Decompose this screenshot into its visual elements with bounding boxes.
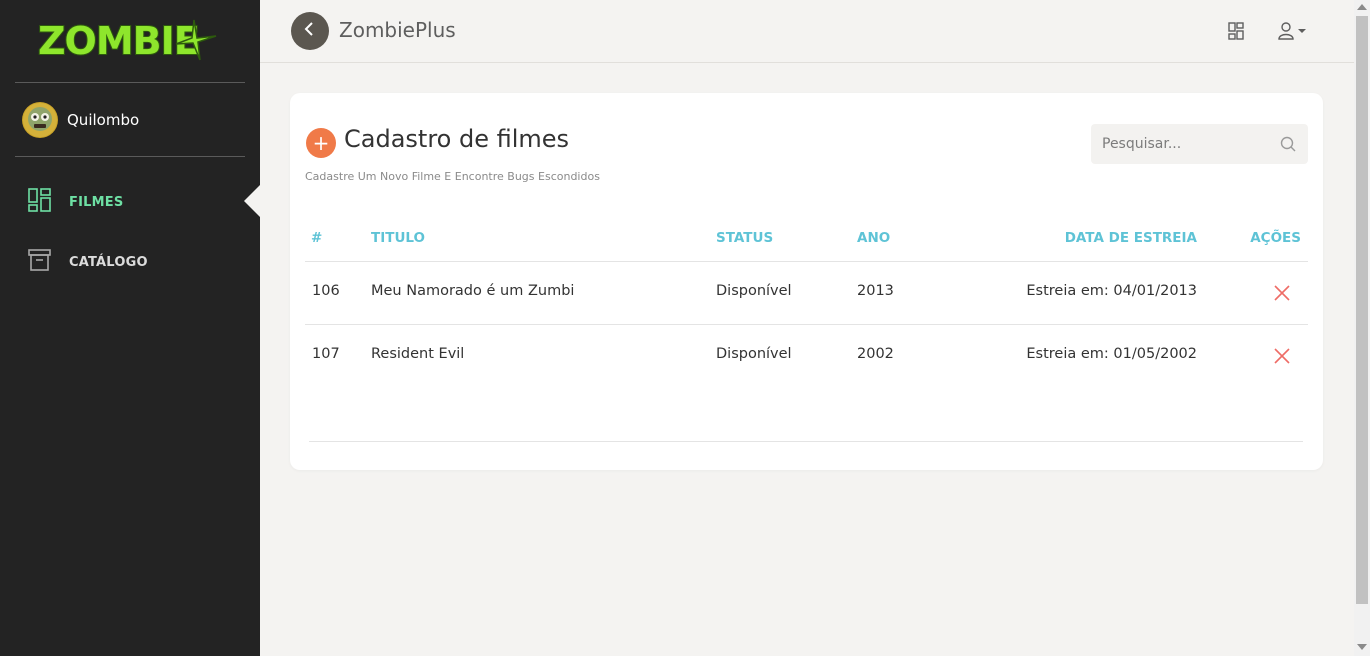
cell-status: Disponível — [716, 283, 792, 299]
cell-release-date: Estreia em: 01/05/2002 — [1026, 346, 1197, 362]
archive-box-icon — [28, 248, 51, 276]
page-title: Cadastro de filmes — [344, 125, 570, 153]
cell-id: 106 — [312, 283, 340, 299]
sidebar-divider — [15, 82, 245, 83]
cell-id: 107 — [312, 346, 340, 362]
dashboard-grid-icon — [28, 188, 51, 216]
app-title: ZombiePlus — [339, 18, 456, 42]
table-divider — [305, 324, 1308, 325]
sidebar-divider — [15, 156, 245, 157]
cell-title: Resident Evil — [371, 346, 465, 362]
cell-release-date: Estreia em: 04/01/2013 — [1026, 283, 1197, 299]
scrollbar-thumb[interactable] — [1356, 16, 1368, 604]
column-header-status[interactable]: STATUS — [716, 230, 773, 246]
search-box — [1091, 124, 1308, 164]
column-header-release-date[interactable]: DATA DE ESTREIA — [1065, 230, 1197, 246]
sidebar-item-filmes[interactable]: FILMES — [28, 188, 124, 216]
column-header-actions: AÇÕES — [1250, 230, 1301, 246]
scroll-up-arrow-icon[interactable] — [1357, 4, 1367, 10]
search-icon[interactable] — [1280, 136, 1296, 156]
top-bar: ZombiePlus — [260, 0, 1354, 63]
svg-text:ZOMBIE: ZOMBIE — [38, 19, 199, 63]
layout-grid-icon[interactable] — [1228, 22, 1244, 40]
user-profile[interactable]: Quilombo — [22, 102, 139, 138]
column-header-year[interactable]: ANO — [857, 230, 890, 246]
user-name: Quilombo — [67, 111, 140, 129]
column-header-id[interactable]: # — [311, 230, 322, 246]
table-footer-divider — [309, 441, 1303, 442]
table-divider — [305, 261, 1308, 262]
sidebar-item-catalogo[interactable]: CATÁLOGO — [28, 249, 148, 275]
sidebar-item-label: FILMES — [69, 194, 124, 210]
back-button[interactable] — [291, 12, 329, 50]
chevron-left-icon — [303, 21, 317, 41]
column-header-title[interactable]: TITULO — [371, 230, 425, 246]
avatar — [22, 102, 58, 138]
movies-card: + Cadastro de filmes Cadastre Um Novo Fi… — [290, 93, 1323, 470]
plus-icon: + — [312, 131, 330, 155]
search-input[interactable] — [1102, 136, 1272, 152]
delete-icon[interactable] — [1274, 348, 1290, 364]
user-dropdown-icon[interactable] — [1278, 22, 1308, 40]
cell-year: 2002 — [857, 346, 894, 362]
sidebar: ZOMBIE Quilombo FILMES CATÁLOGO — [0, 0, 260, 656]
page-subtitle: Cadastre Um Novo Filme E Encontre Bugs E… — [305, 170, 600, 183]
sidebar-item-label: CATÁLOGO — [69, 254, 148, 270]
cell-status: Disponível — [716, 346, 792, 362]
delete-icon[interactable] — [1274, 285, 1290, 301]
active-nav-pointer — [244, 185, 260, 217]
add-movie-button[interactable]: + — [306, 128, 336, 158]
cell-year: 2013 — [857, 283, 894, 299]
cell-title: Meu Namorado é um Zumbi — [371, 283, 575, 299]
scroll-down-arrow-icon[interactable] — [1357, 644, 1367, 650]
zombie-plus-logo[interactable]: ZOMBIE — [36, 14, 221, 64]
